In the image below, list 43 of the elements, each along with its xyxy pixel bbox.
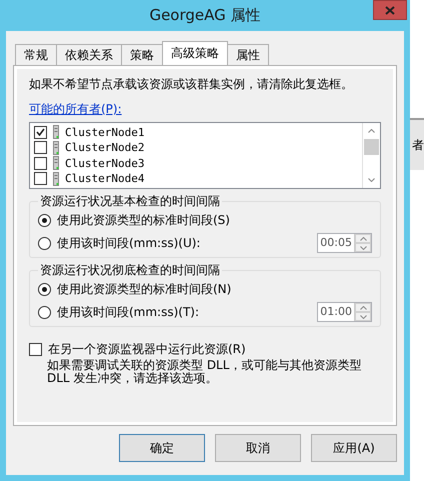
checkbox[interactable] — [34, 126, 47, 139]
hint-text: 如果需要调试关联的资源类型 DLL，或可能与其他资源类型 DLL 发生冲突，请选择该选项。 — [46, 359, 362, 385]
radio-button[interactable] — [38, 306, 51, 318]
node-name: ClusterNode2 — [65, 141, 144, 154]
caret-down-icon — [360, 246, 366, 250]
dialog-button[interactable]: 应用(A) — [311, 434, 397, 462]
scroll-thumb[interactable] — [364, 139, 379, 155]
radio-button[interactable] — [38, 236, 51, 250]
tab[interactable]: 常规 — [15, 44, 57, 65]
option-label: 使用该时间段(mm:ss)(T): — [57, 304, 200, 320]
option-label: 使用该时间段(mm:ss)(U): — [57, 236, 200, 250]
radio-button[interactable] — [38, 214, 51, 226]
caret-up-icon — [360, 306, 366, 310]
group-title: 资源运行状况基本检查的时间间隔 — [39, 193, 221, 210]
caret-up-icon — [360, 236, 366, 240]
node-name: ClusterNode4 — [65, 172, 144, 186]
checkbox[interactable] — [34, 156, 47, 170]
checkbox[interactable] — [34, 172, 47, 186]
caret-down-icon — [360, 314, 366, 318]
checkbox[interactable] — [34, 141, 47, 154]
time-spinbox[interactable]: 00:05 — [317, 233, 372, 253]
caret-up-icon — [368, 129, 375, 133]
checkbox[interactable] — [29, 342, 42, 356]
dialog-button[interactable]: 确定 — [119, 434, 205, 462]
background-window-text: 者 — [410, 118, 424, 170]
node-name: ClusterNode1 — [65, 126, 144, 139]
close-icon — [385, 6, 395, 14]
caret-down-icon — [368, 178, 375, 182]
owners-link[interactable]: 可能的所有者(P): — [29, 101, 381, 118]
node-name: ClusterNode3 — [65, 156, 144, 170]
time-spinbox[interactable]: 01:00 — [317, 302, 372, 322]
option-label: 在另一个资源监视器中运行此资源(R) — [48, 342, 246, 356]
close-button[interactable] — [373, 0, 407, 20]
tab[interactable]: 属性 — [227, 44, 269, 65]
scrollbar[interactable] — [362, 123, 380, 188]
window-title: GeorgeAG 属性 — [149, 6, 261, 25]
tab[interactable]: 高级策略 — [162, 41, 228, 65]
group-title: 资源运行状况彻底检查的时间间隔 — [39, 262, 221, 279]
description-text: 如果不希望节点承载该资源或该群集实例，请清除此复选框。 — [29, 77, 354, 92]
radio-button[interactable] — [38, 282, 51, 296]
dialog-button[interactable]: 取消 — [215, 434, 301, 462]
option-label: 使用此资源类型的标准时间段(S) — [57, 212, 230, 228]
option-label: 使用此资源类型的标准时间段(N) — [57, 282, 232, 296]
